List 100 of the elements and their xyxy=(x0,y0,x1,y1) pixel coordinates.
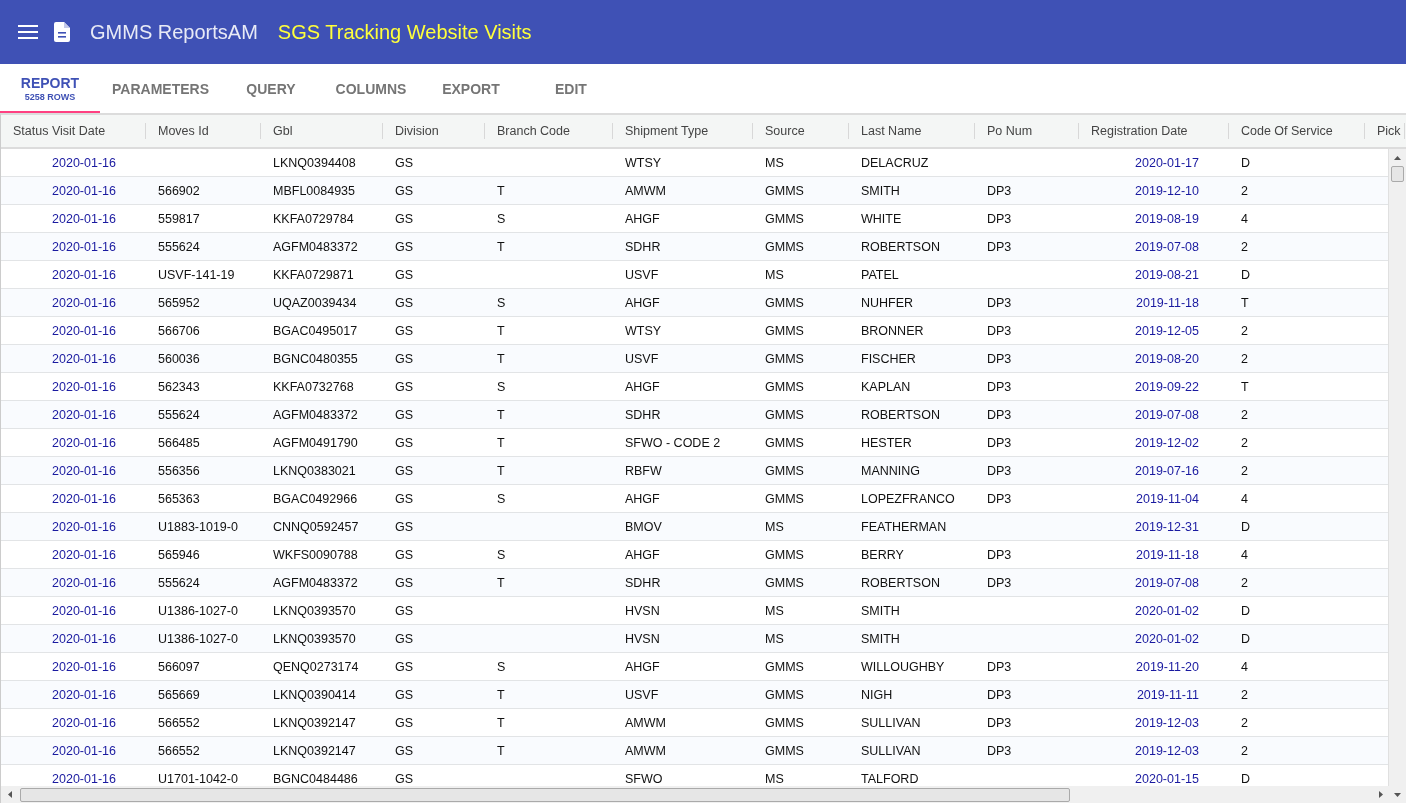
table-cell: DP3 xyxy=(987,323,1012,338)
table-cell: 2019-11-18 xyxy=(1136,547,1199,562)
tab[interactable]: REPORT 5258 ROWS xyxy=(0,66,100,113)
table-cell: PATEL xyxy=(861,267,899,282)
table-cell: FEATHERMAN xyxy=(861,519,947,534)
table-cell: SULLIVAN xyxy=(861,743,921,758)
table-cell: 2020-01-17 xyxy=(1135,155,1199,170)
table-cell: 2020-01-02 xyxy=(1135,631,1199,646)
table-row[interactable]: 2020-01-16 565669 LKNQ0390414 GS T USVF GMMS NIGH DP3 2019-11-11 2 xyxy=(1,681,1388,709)
table-cell: LKNQ0392147 xyxy=(273,715,356,730)
column-header[interactable]: Po Num xyxy=(975,115,1079,147)
table-cell: DP3 xyxy=(987,379,1012,394)
table-cell: U1386-1027-0 xyxy=(158,603,238,618)
table-cell: LKNQ0393570 xyxy=(273,603,356,618)
table-cell: AHGF xyxy=(625,491,660,506)
table-row[interactable]: 2020-01-16 555624 AGFM0483372 GS T SDHR GMMS ROBERTSON DP3 2019-07-08 2 xyxy=(1,569,1388,597)
table-cell: USVF xyxy=(625,267,659,282)
table-cell: SDHR xyxy=(625,575,661,590)
menu-icon[interactable] xyxy=(18,25,38,39)
table-cell: S xyxy=(497,547,506,562)
table-row[interactable]: 2020-01-16 U1883-1019-0 CNNQ0592457 GS BMOV MS FEATHERMAN 2019-12-31 D xyxy=(1,513,1388,541)
table-cell: DELACRUZ xyxy=(861,155,929,170)
table-cell: GS xyxy=(395,603,414,618)
table-cell: 2 xyxy=(1241,351,1248,366)
column-header[interactable]: Source xyxy=(753,115,849,147)
table-cell: DP3 xyxy=(987,687,1012,702)
vertical-scrollbar[interactable] xyxy=(1388,149,1406,786)
column-header[interactable]: Moves Id xyxy=(146,115,261,147)
table-cell: 2019-12-10 xyxy=(1135,183,1199,198)
column-header[interactable]: Gbl xyxy=(261,115,383,147)
column-header[interactable]: Status Visit Date xyxy=(1,115,146,147)
horizontal-scrollbar[interactable] xyxy=(1,786,1406,803)
table-cell: USVF xyxy=(625,687,659,702)
table-cell: SMITH xyxy=(861,183,900,198)
table-cell: 2020-01-16 xyxy=(52,659,116,674)
table-cell: U1386-1027-0 xyxy=(158,631,238,646)
table-cell: AGFM0483372 xyxy=(273,239,358,254)
table-cell: T xyxy=(497,715,505,730)
table-cell: BMOV xyxy=(625,519,662,534)
table-cell: DP3 xyxy=(987,715,1012,730)
column-header[interactable]: Branch Code xyxy=(485,115,613,147)
tab[interactable]: EDIT xyxy=(520,66,621,113)
tab[interactable]: QUERY xyxy=(220,66,321,113)
table-cell: GMMS xyxy=(765,463,804,478)
table-cell: DP3 xyxy=(987,407,1012,422)
table-cell: 2019-11-04 xyxy=(1136,491,1199,506)
table-cell: 2019-12-03 xyxy=(1135,743,1199,758)
table-cell: GMMS xyxy=(765,351,804,366)
table-cell: SMITH xyxy=(861,631,900,646)
table-cell: T xyxy=(1241,295,1249,310)
table-cell: 559817 xyxy=(158,211,200,226)
table-cell: BGNC0484486 xyxy=(273,771,358,786)
tab[interactable]: EXPORT xyxy=(420,66,521,113)
table-cell: AHGF xyxy=(625,211,660,226)
table-cell: 2 xyxy=(1241,463,1248,478)
table-cell: BGAC0492966 xyxy=(273,491,358,506)
table-cell: 2020-01-16 xyxy=(52,575,116,590)
table-cell: HVSN xyxy=(625,603,660,618)
table-cell: GS xyxy=(395,575,414,590)
table-cell: D xyxy=(1241,603,1251,618)
table-cell: MS xyxy=(765,603,784,618)
column-header[interactable]: Pick xyxy=(1365,115,1405,147)
table-row[interactable]: 2020-01-16 556356 LKNQ0383021 GS T RBFW GMMS MANNING DP3 2019-07-16 2 xyxy=(1,457,1388,485)
table-cell: 566552 xyxy=(158,743,200,758)
table-row[interactable]: 2020-01-16 566552 LKNQ0392147 GS T AMWM GMMS SULLIVAN DP3 2019-12-03 2 xyxy=(1,737,1388,765)
table-cell: D xyxy=(1241,155,1251,170)
table-row[interactable]: 2020-01-16 560036 BGNC0480355 GS T USVF GMMS FISCHER DP3 2019-08-20 2 xyxy=(1,345,1388,373)
tab[interactable]: COLUMNS xyxy=(320,66,421,113)
column-header[interactable]: Registration Date xyxy=(1079,115,1229,147)
tab[interactable]: PARAMETERS xyxy=(100,66,221,113)
table-cell: 2020-01-16 xyxy=(52,687,116,702)
table-cell: GMMS xyxy=(765,407,804,422)
table-cell: LKNQ0390414 xyxy=(273,687,356,702)
table-row[interactable]: 2020-01-16 U1386-1027-0 LKNQ0393570 GS HVSN MS SMITH 2020-01-02 D xyxy=(1,625,1388,653)
table-cell: GS xyxy=(395,407,414,422)
table-cell: 4 xyxy=(1241,211,1248,226)
table-cell: HESTER xyxy=(861,435,912,450)
column-header[interactable]: Code Of Service xyxy=(1229,115,1365,147)
table-cell: 2019-08-19 xyxy=(1135,211,1199,226)
table-cell: WTSY xyxy=(625,155,662,170)
column-header[interactable]: Shipment Type xyxy=(613,115,753,147)
column-header[interactable]: Division xyxy=(383,115,485,147)
table-cell: DP3 xyxy=(987,743,1012,758)
table-row[interactable]: 2020-01-16 555624 AGFM0483372 GS T SDHR GMMS ROBERTSON DP3 2019-07-08 2 xyxy=(1,233,1388,261)
table-cell: GMMS xyxy=(765,575,804,590)
table-cell: MS xyxy=(765,771,784,786)
table-cell: 565669 xyxy=(158,687,200,702)
table-cell: HVSN xyxy=(625,631,660,646)
column-header[interactable]: Last Name xyxy=(849,115,975,147)
table-row[interactable]: 2020-01-16 566902 MBFL0084935 GS T AMWM GMMS SMITH DP3 2019-12-10 2 xyxy=(1,177,1388,205)
table-cell: GS xyxy=(395,323,414,338)
table-cell: GS xyxy=(395,659,414,674)
table-row[interactable]: 2020-01-16 565952 UQAZ0039434 GS S AHGF GMMS NUHFER DP3 2019-11-18 T xyxy=(1,289,1388,317)
table-cell: KKFA0732768 xyxy=(273,379,354,394)
table-cell: 565952 xyxy=(158,295,200,310)
table-cell: U1883-1019-0 xyxy=(158,519,238,534)
table-cell: 2020-01-16 xyxy=(52,407,116,422)
table-cell: 2019-11-11 xyxy=(1136,687,1199,702)
table-row[interactable]: 2020-01-16 555624 AGFM0483372 GS T SDHR GMMS ROBERTSON DP3 2019-07-08 2 xyxy=(1,401,1388,429)
table-cell: 2020-01-16 xyxy=(52,183,116,198)
